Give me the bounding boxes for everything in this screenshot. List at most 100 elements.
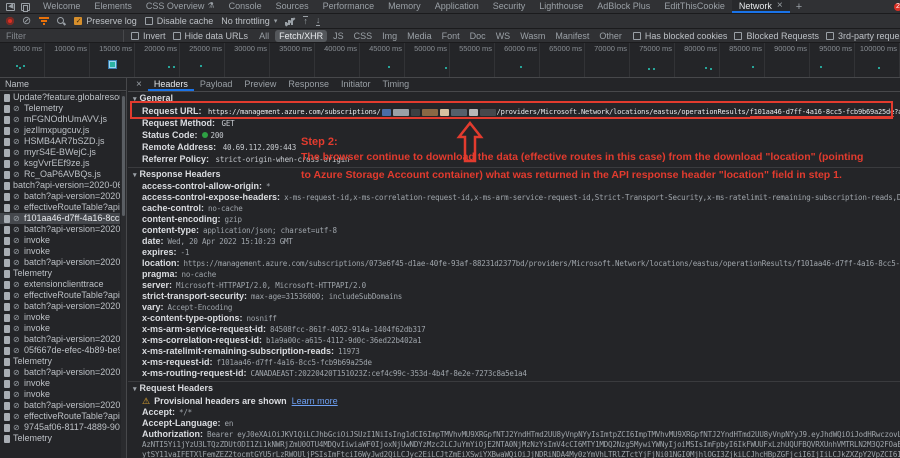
devtools-tab[interactable]: Network ⚗ × (732, 0, 790, 13)
request-row[interactable]: ⊘ batch?api-version=2020-06-01 (0, 257, 120, 268)
request-type-filter[interactable]: CSS (350, 30, 377, 42)
devtools-tab[interactable]: Sources ⚗ × (269, 0, 316, 13)
export-har-icon[interactable]: ↓ (316, 16, 321, 26)
request-row[interactable]: ⊘ batch?api-version=2020-06-01 (0, 334, 120, 345)
blocked-requests-checkbox[interactable]: Blocked Requests (734, 31, 819, 41)
request-row[interactable]: ⊘ effectiveRouteTable?api-version=20... (0, 411, 120, 422)
details-tab[interactable]: Preview (238, 78, 282, 91)
devtools-tab[interactable]: AdBlock Plus ⚗ × (590, 0, 657, 13)
invert-checkbox[interactable]: Invert (131, 31, 166, 41)
request-headers-section-header[interactable]: ▾Request Headers (128, 382, 900, 395)
learn-more-link[interactable]: Learn more (292, 396, 338, 406)
checkbox-icon (173, 32, 181, 40)
request-row[interactable]: ⊘ 05f667de-efec-4b89-be93-dcaf81c1... (0, 345, 120, 356)
name-column-header[interactable]: Name (0, 78, 126, 91)
details-tab[interactable]: Timing (376, 78, 415, 91)
request-row[interactable]: ⊘ invoke (0, 235, 120, 246)
request-row[interactable]: ⊘ mFGNOdhUmAVV.js (0, 114, 120, 125)
details-tab[interactable]: Payload (194, 78, 239, 91)
request-row[interactable]: ⊘ batch?api-version=2020-06-01 (0, 224, 120, 235)
devtools-tab[interactable]: Memory ⚗ × (381, 0, 428, 13)
request-row[interactable]: ⊘ Rc_OaP6AVBQs.js (0, 169, 120, 180)
devtools-tab[interactable]: Application ⚗ × (428, 0, 486, 13)
request-row[interactable]: ⊘ f101aa46-d7ff-4a16-8cc5-fcb9b69a... (0, 213, 120, 224)
details-tab[interactable]: Initiator (335, 78, 377, 91)
request-type-filter[interactable]: Wasm (516, 30, 549, 42)
request-row[interactable]: batch?api-version=2020-06-01 (0, 180, 120, 191)
request-url-value: https://management.azure.com/subscriptio… (208, 108, 900, 116)
request-type-filter[interactable]: Img (378, 30, 401, 42)
close-details-icon[interactable]: × (132, 78, 146, 91)
response-headers-section-header[interactable]: ▾Response Headers (128, 168, 900, 181)
filter-icon[interactable] (39, 17, 49, 26)
network-conditions-icon[interactable] (285, 17, 295, 26)
request-type-filter[interactable]: Manifest (551, 30, 593, 42)
device-toolbar-icon[interactable] (21, 3, 30, 11)
request-type-filter[interactable]: Doc (466, 30, 490, 42)
request-row[interactable]: ⊘ myrS4E-BWejC.js (0, 147, 120, 158)
request-row[interactable]: ⊘ batch?api-version=2020-06-01 (0, 191, 120, 202)
record-button[interactable] (6, 17, 14, 25)
request-row[interactable]: ⊘ extensionclienttrace (0, 279, 120, 290)
throttling-dropdown[interactable]: No throttling ▾ (221, 16, 277, 26)
request-row[interactable]: ⊘ batch?api-version=2020-06-01 (0, 367, 120, 378)
hide-data-urls-checkbox[interactable]: Hide data URLs (173, 31, 249, 41)
request-type-filter[interactable]: JS (329, 30, 348, 42)
clear-icon[interactable]: ⊘ (22, 16, 31, 26)
request-row[interactable]: ⊘ 9745af06-8117-4889-90b6-0bae09d... (0, 422, 120, 433)
request-row[interactable]: ⊘ effectiveRouteTable?api-version=20... (0, 202, 120, 213)
request-row[interactable]: Telemetry (0, 433, 120, 444)
general-section-header[interactable]: ▾General (128, 92, 900, 105)
disable-cache-checkbox[interactable]: Disable cache (145, 16, 214, 26)
devtools-tab[interactable]: Lighthouse ⚗ × (532, 0, 590, 13)
request-row[interactable]: ⊘ invoke (0, 312, 120, 323)
request-row[interactable]: ⊘ invoke (0, 323, 120, 334)
request-type-filter[interactable]: Font (438, 30, 464, 42)
has-blocked-cookies-checkbox[interactable]: Has blocked cookies (633, 31, 728, 41)
request-row[interactable]: Update?feature.globalresourcefilter=tr..… (0, 92, 120, 103)
request-type-filter[interactable]: All (255, 30, 273, 42)
request-type-filter[interactable]: Media (403, 30, 436, 42)
request-row[interactable]: ⊘ jezIlmxpugcuv.js (0, 125, 120, 136)
close-tab-icon[interactable]: × (777, 0, 783, 11)
blocked-icon: ⊘ (13, 259, 21, 267)
devtools-tab[interactable]: Security ⚗ × (486, 0, 533, 13)
devtools-tab[interactable]: Elements ⚗ × (87, 0, 139, 13)
devtools-tab[interactable]: Performance ⚗ × (316, 0, 382, 13)
devtools-tab[interactable]: EditThisCookie ⚗ × (657, 0, 732, 13)
status-ok-icon (202, 132, 208, 138)
file-icon (4, 171, 10, 179)
filter-input[interactable] (6, 30, 124, 42)
blocked-icon: ⊘ (13, 314, 21, 322)
request-row[interactable]: ⊘ batch?api-version=2020-06-01 (0, 400, 120, 411)
network-overview-timeline[interactable]: 5000 ms10000 ms15000 ms20000 ms25000 ms3… (0, 43, 900, 78)
request-row[interactable]: ⊘ invoke (0, 378, 120, 389)
search-icon[interactable] (57, 17, 66, 26)
import-har-icon[interactable]: ↑ (303, 16, 308, 26)
request-row[interactable]: Telemetry (0, 356, 120, 367)
request-row[interactable]: ⊘ ksgVvrEEf9ze.js (0, 158, 120, 169)
request-row[interactable]: Telemetry (0, 268, 120, 279)
devtools-tab[interactable]: Welcome ⚗ × (36, 0, 87, 13)
request-row[interactable]: ⊘ HSMB4AR7bSZD.js (0, 136, 120, 147)
request-row[interactable]: ⊘ batch?api-version=2020-06-01 (0, 301, 120, 312)
request-type-filter[interactable]: WS (492, 30, 515, 42)
request-row[interactable]: ⊘ Telemetry (0, 103, 120, 114)
new-tab-button[interactable]: + (790, 0, 808, 13)
blocked-icon: ⊘ (13, 215, 21, 223)
devtools-tab[interactable]: CSS Overview ⚗ × (139, 0, 222, 13)
error-count-badge[interactable]: 2 (894, 3, 900, 11)
request-type-filter[interactable]: Fetch/XHR (275, 30, 327, 42)
request-list-scrollbar[interactable] (121, 92, 126, 458)
request-row[interactable]: ⊘ invoke (0, 246, 120, 257)
request-row[interactable]: ⊘ effectiveRouteTable?api-version=20... (0, 290, 120, 301)
details-tab[interactable]: Headers (148, 78, 194, 91)
inspect-element-icon[interactable] (6, 3, 15, 11)
beaker-icon: ⚗ (207, 1, 214, 10)
request-type-filter[interactable]: Other (595, 30, 626, 42)
request-row[interactable]: ⊘ invoke (0, 389, 120, 400)
devtools-tab[interactable]: Console ⚗ × (222, 0, 269, 13)
details-tab[interactable]: Response (282, 78, 335, 91)
third-party-requests-checkbox[interactable]: 3rd-party requests (826, 31, 900, 41)
preserve-log-checkbox[interactable]: Preserve log (74, 16, 137, 26)
